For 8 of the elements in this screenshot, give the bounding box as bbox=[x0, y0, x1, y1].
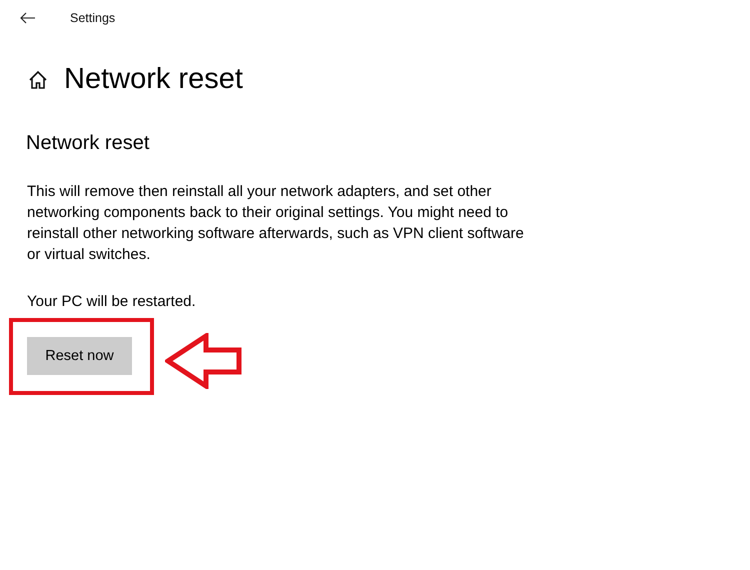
page-title: Network reset bbox=[64, 63, 243, 96]
section-heading: Network reset bbox=[26, 132, 150, 155]
description-text: This will remove then reinstall all your network adapters, and set other networking components back to their original settings. You might need to reinstall other networking software afterwards, such as VPN client software or virtual switches. bbox=[27, 182, 525, 265]
reset-now-button[interactable]: Reset now bbox=[27, 337, 132, 375]
back-arrow-icon[interactable] bbox=[20, 12, 36, 24]
home-icon[interactable] bbox=[28, 70, 48, 90]
window-title: Settings bbox=[70, 11, 116, 25]
restart-note: Your PC will be restarted. bbox=[27, 293, 197, 310]
